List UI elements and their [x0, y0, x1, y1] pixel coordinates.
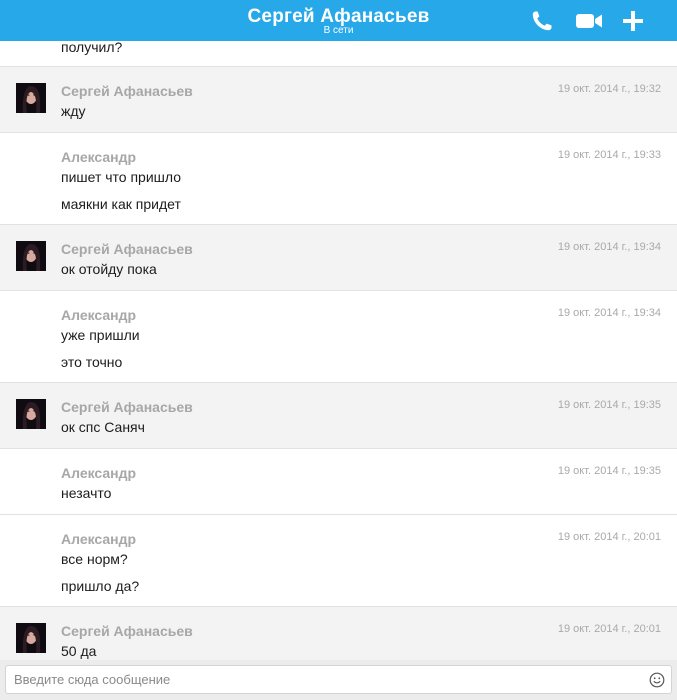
message-item: Сергей Афанасьев 19 окт. 2014 г., 19:34 …: [0, 225, 677, 291]
phone-icon: [532, 11, 552, 31]
message-author: Александр: [61, 149, 137, 165]
message-text: жду: [61, 103, 86, 119]
message-item: Сергей Афанасьев 19 окт. 2014 г., 19:32 …: [0, 67, 677, 133]
message-input[interactable]: [5, 665, 672, 694]
chat-header: Сергей Афанасьев В сети: [0, 0, 677, 41]
emoji-button[interactable]: [649, 672, 665, 688]
message-item: Александр 19 окт. 2014 г., 19:34 уже при…: [0, 291, 677, 383]
message-author: Александр: [61, 307, 137, 323]
message-text: это точно: [61, 354, 123, 370]
message-item: Александр 19 окт. 2014 г., 19:33 пишет ч…: [0, 133, 677, 225]
message-text: незачто: [61, 485, 112, 501]
message-text: пишет что пришло: [61, 169, 182, 185]
avatar[interactable]: [16, 241, 46, 271]
add-button[interactable]: [620, 8, 646, 34]
message-timestamp: 19 окт. 2014 г., 20:01: [557, 623, 661, 635]
message-item: получил?: [0, 41, 677, 67]
message-text: 50 да: [61, 643, 97, 659]
message-item: Сергей Афанасьев 19 окт. 2014 г., 20:01 …: [0, 607, 677, 660]
message-timestamp: 19 окт. 2014 г., 20:01: [557, 531, 661, 543]
message-text: получил?: [61, 41, 123, 55]
message-author: Александр: [61, 465, 137, 481]
message-timestamp: 19 окт. 2014 г., 19:34: [557, 241, 661, 253]
message-author: Сергей Афанасьев: [61, 623, 193, 639]
avatar[interactable]: [16, 399, 46, 429]
message-timestamp: 19 окт. 2014 г., 19:35: [557, 465, 661, 477]
message-timestamp: 19 окт. 2014 г., 19:35: [557, 399, 661, 411]
video-camera-icon: [576, 14, 602, 28]
message-author: Александр: [61, 531, 137, 547]
smiley-icon: [649, 672, 665, 688]
message-timestamp: 19 окт. 2014 г., 19:33: [557, 149, 661, 161]
video-call-button[interactable]: [574, 8, 604, 34]
message-text: ок спс Саняч: [61, 419, 145, 435]
message-text: маякни как придет: [61, 196, 181, 212]
message-list[interactable]: получил? Сергей Афанасьев 19 окт. 2014 г…: [0, 41, 677, 660]
message-text: пришло да?: [61, 578, 140, 594]
message-text: ок отойду пока: [61, 261, 157, 277]
avatar[interactable]: [16, 623, 46, 653]
message-item: Александр 19 окт. 2014 г., 19:35 незачто: [0, 449, 677, 515]
call-button[interactable]: [529, 8, 555, 34]
plus-icon: [623, 11, 643, 31]
message-author: Сергей Афанасьев: [61, 83, 193, 99]
message-item: Александр 19 окт. 2014 г., 20:01 все нор…: [0, 515, 677, 607]
message-timestamp: 19 окт. 2014 г., 19:34: [557, 307, 661, 319]
message-text: все норм?: [61, 551, 128, 567]
message-author: Сергей Афанасьев: [61, 241, 193, 257]
composer-bar: [0, 660, 677, 700]
message-author: Сергей Афанасьев: [61, 399, 193, 415]
avatar[interactable]: [16, 83, 46, 113]
message-item: Сергей Афанасьев 19 окт. 2014 г., 19:35 …: [0, 383, 677, 449]
message-text: уже пришли: [61, 327, 140, 343]
message-timestamp: 19 окт. 2014 г., 19:32: [557, 83, 661, 95]
